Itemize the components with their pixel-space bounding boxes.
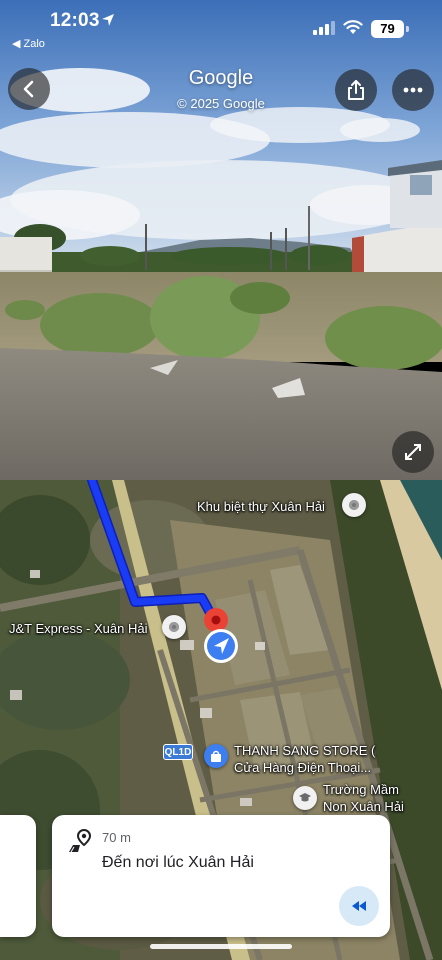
status-bar: 12:03 ◀ Zalo 79 [0,0,442,52]
more-horiz-icon [403,87,423,93]
poi-marker-villa[interactable] [342,493,366,517]
poi-marker-jt-express[interactable] [162,615,186,639]
cellular-signal-icon [313,21,335,40]
poi-label-jt-express[interactable]: J&T Express - Xuân Hải [9,620,147,637]
navigation-step-card[interactable]: 70 m Đến nơi lúc Xuân Hải [52,815,390,937]
more-options-button[interactable] [392,69,434,111]
rewind-icon [352,901,366,911]
battery-indicator: 79 [371,20,404,38]
expand-street-view-button[interactable] [392,431,434,473]
share-icon [348,80,364,100]
step-instruction: Đến nơi lúc Xuân Hải [102,854,254,871]
home-indicator [150,944,292,949]
rewind-button[interactable] [339,886,379,926]
poi-label-villa[interactable]: Khu biệt thự Xuân Hải [197,498,325,515]
copyright-text: © 2025 Google [177,96,265,111]
street-view-panel[interactable]: 12:03 ◀ Zalo 79 Google © 2025 Google [0,0,442,480]
status-time: 12:03 [50,10,100,31]
place-pin-icon [349,500,359,510]
poi-label-store-line1[interactable]: THANH SANG STORE ( [234,742,375,759]
location-arrow-icon [101,13,115,32]
shopping-bag-icon [211,750,221,762]
place-pin-icon [169,622,179,632]
arrive-destination-icon [68,828,94,858]
poi-label-school-line2[interactable]: Non Xuân Hải [323,798,404,815]
back-to-app-link[interactable]: ◀ Zalo [12,37,45,50]
poi-marker-store[interactable] [204,744,228,768]
previous-step-card[interactable] [0,815,36,937]
road-shield: QL1D [163,744,193,760]
school-icon [299,793,311,802]
battery-tip [406,26,409,32]
poi-label-school-line1[interactable]: Trường Mầm [323,781,399,798]
share-button[interactable] [335,69,377,111]
poi-label-store-line2[interactable]: Cửa Hàng Điện Thoại... [234,759,371,776]
step-distance: 70 m [102,830,131,845]
poi-marker-school[interactable] [293,786,317,810]
expand-diagonal-icon [405,444,421,460]
wifi-icon [343,19,363,40]
